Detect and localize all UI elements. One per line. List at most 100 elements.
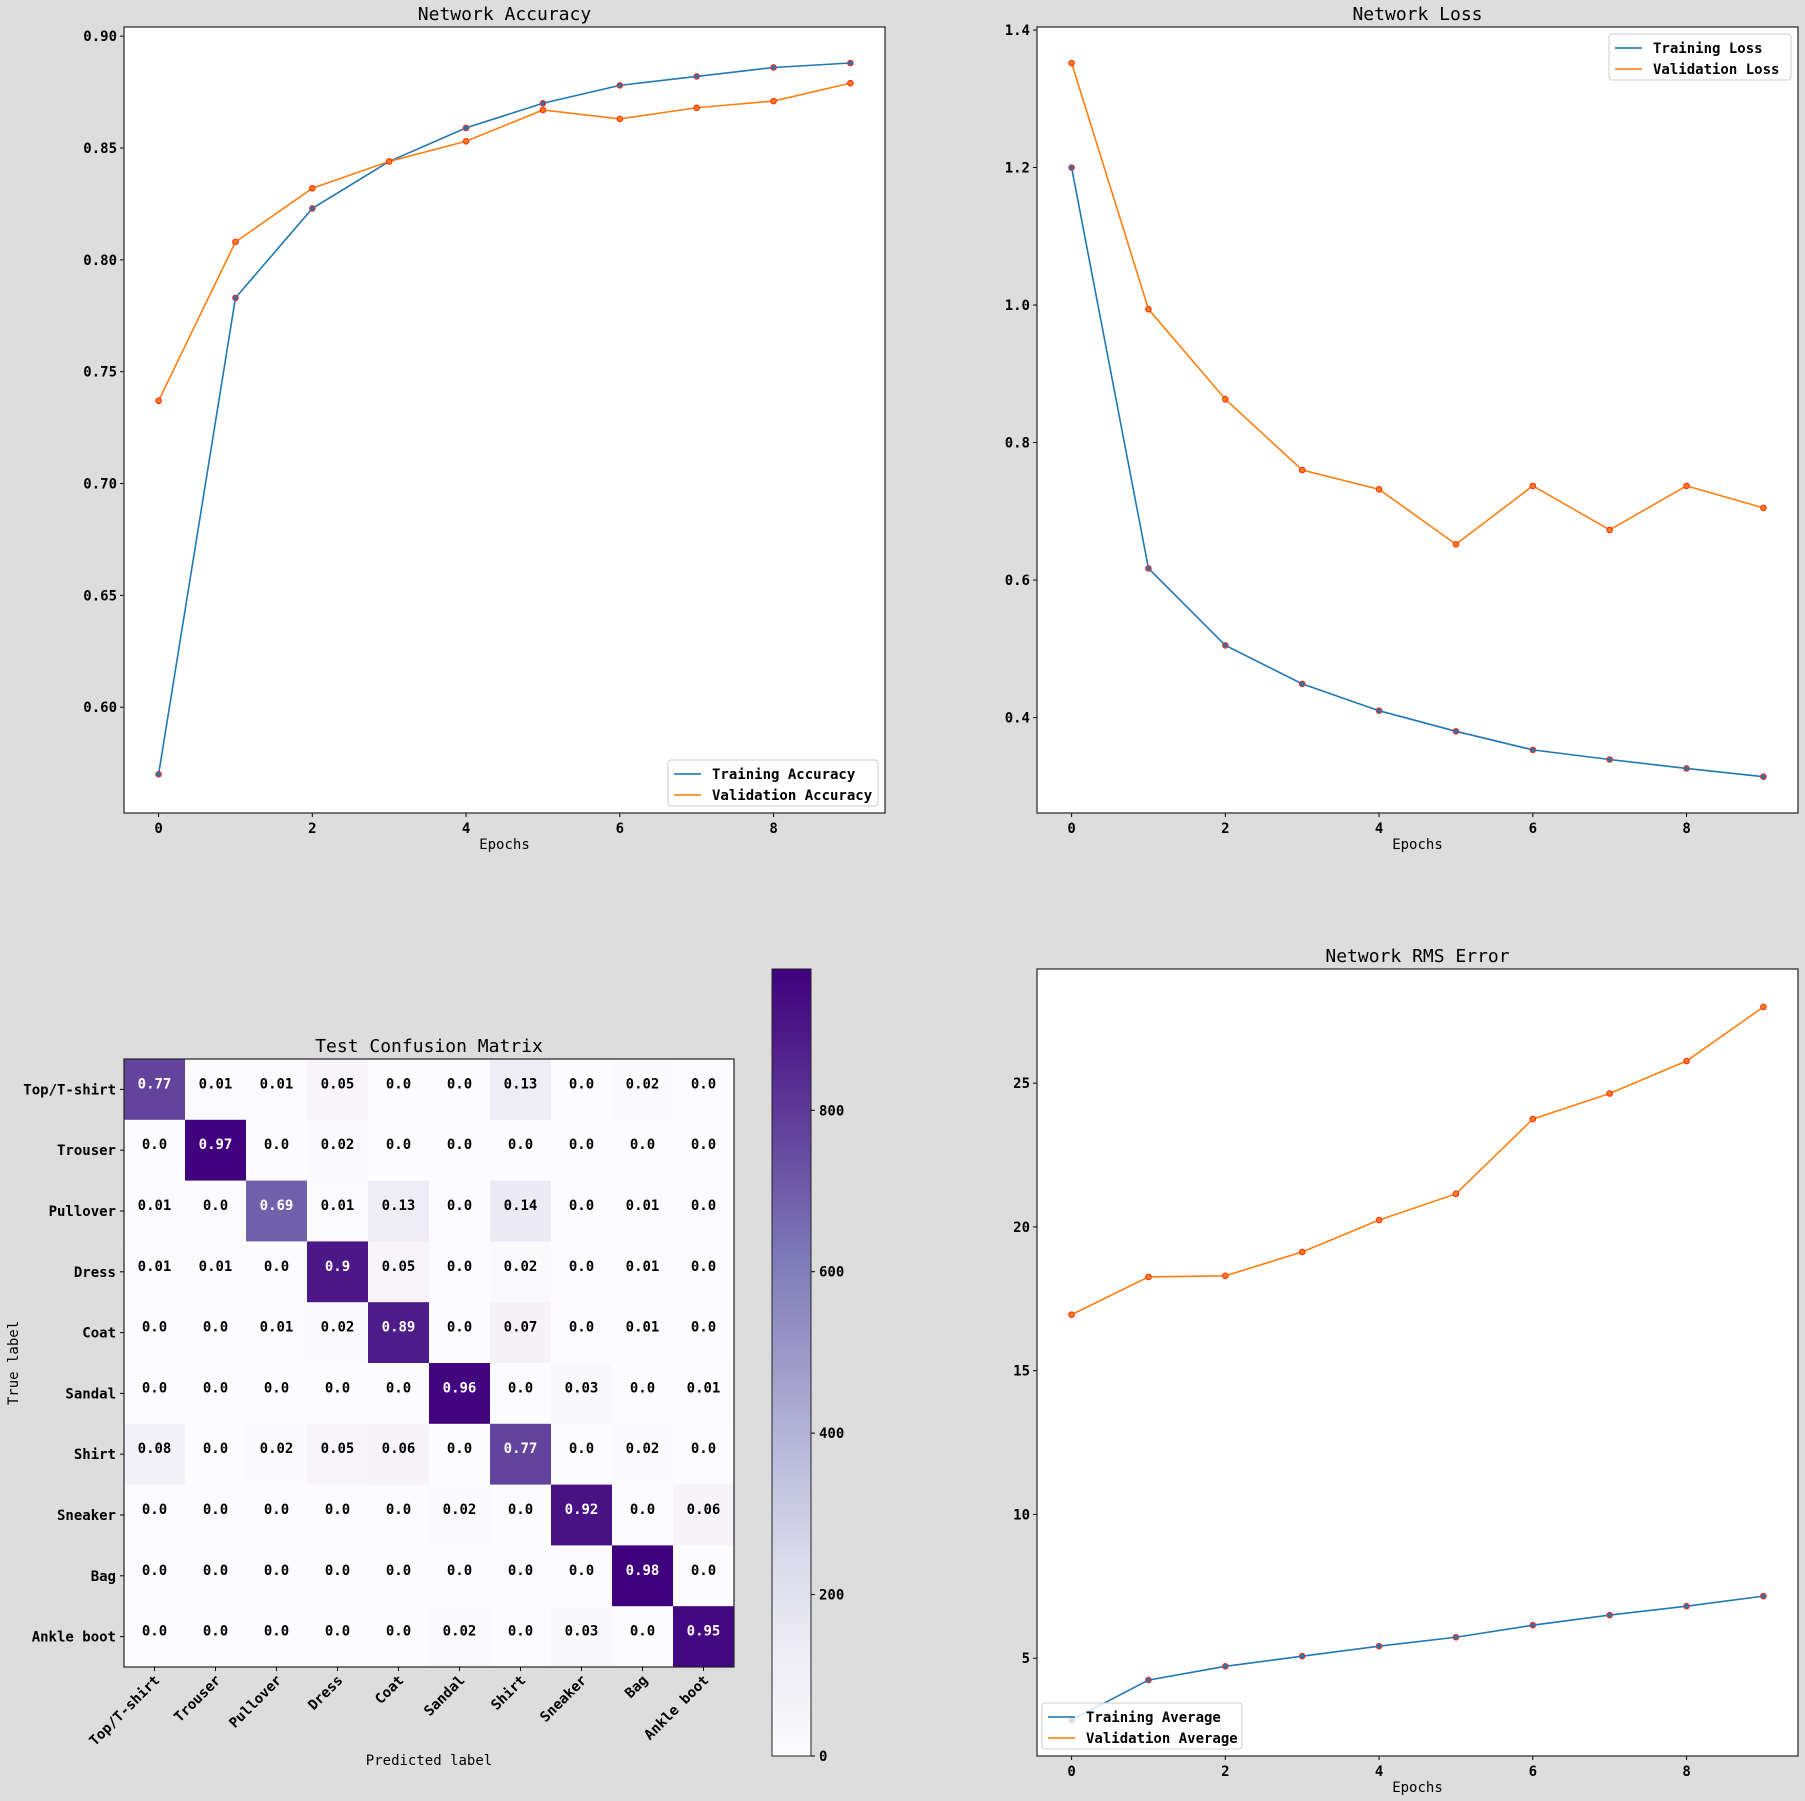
legend-label: Training Loss [1653, 41, 1763, 57]
x-tick-label: Sneaker [537, 1673, 590, 1726]
y-tick-label: 0.75 [83, 365, 117, 381]
cell-value: 0.0 [447, 1137, 472, 1153]
data-point-training [1529, 746, 1537, 754]
cell-value: 0.0 [569, 1441, 594, 1457]
data-point-validation [462, 137, 470, 145]
cell-value: 0.0 [569, 1320, 594, 1336]
legend-label: Validation Average [1086, 1731, 1238, 1747]
y-tick-label: 0.6 [1005, 573, 1030, 589]
cell-value: 0.03 [565, 1624, 599, 1640]
cell-value: 0.0 [264, 1259, 289, 1275]
data-point-training [1145, 565, 1152, 572]
x-tick-label: Sandal [421, 1673, 468, 1720]
data-point-validation [1452, 541, 1460, 548]
cell-value: 0.06 [382, 1441, 416, 1457]
plot-area [124, 27, 885, 813]
cell-value: 0.0 [203, 1320, 228, 1336]
y-tick-label: Coat [82, 1326, 116, 1342]
cell-value: 0.77 [504, 1441, 538, 1457]
data-point-training [155, 771, 162, 778]
x-tick-label: 2 [308, 821, 316, 837]
cell-value: 0.01 [626, 1198, 660, 1214]
figure: Network Accuracy0 2 4 6 80.600.650.700.750.8… [6, 4, 1799, 1796]
legend-label: Training Accuracy [712, 767, 856, 783]
y-tick-label: Dress [74, 1265, 116, 1281]
x-tick-label: 8 [1682, 821, 1690, 837]
cell-value: 0.06 [687, 1502, 721, 1518]
colorbar-tick-label: 200 [819, 1588, 844, 1604]
x-tick-label: Trouser [171, 1673, 224, 1726]
data-point-validation [1529, 1115, 1537, 1123]
cell-value: 0.92 [565, 1502, 599, 1518]
cell-value: 0.0 [142, 1137, 167, 1153]
data-point-training [770, 64, 777, 71]
data-point-training [232, 294, 239, 302]
data-point-validation [1222, 1272, 1229, 1280]
data-point-training [693, 73, 700, 80]
cell-value: 0.02 [443, 1624, 477, 1640]
cell-value: 0.0 [142, 1563, 167, 1579]
cell-value: 0.01 [199, 1076, 233, 1092]
cell-value: 0.0 [264, 1380, 289, 1396]
cell-value: 0.69 [260, 1198, 294, 1214]
cell-value: 0.05 [321, 1441, 355, 1457]
cell-value: 0.05 [321, 1076, 355, 1092]
data-point-validation [770, 97, 777, 105]
data-point-validation [539, 106, 547, 114]
cell-value: 0.0 [508, 1502, 533, 1518]
data-point-training [1683, 765, 1690, 772]
data-point-training [1222, 1662, 1229, 1670]
chart-title: Test Confusion Matrix [315, 1036, 543, 1057]
data-point-training [616, 82, 624, 89]
x-tick-label: 2 [1221, 821, 1229, 837]
rms-error-chart: Network RMS Error 0 2 4 6 8 5 10 15 20 25 Epochs Tra… [1013, 946, 1799, 1796]
data-point-validation [1222, 395, 1229, 403]
x-tick-label: Top/T-shirt [86, 1673, 163, 1750]
data-point-validation [385, 158, 393, 165]
data-point-validation [1298, 466, 1306, 474]
legend: Training Average Validation Average [1041, 1702, 1243, 1750]
x-tick-label: 0 [1067, 821, 1075, 837]
cell-value: 0.97 [199, 1137, 233, 1153]
y-tick-label: 0.80 [83, 253, 117, 269]
cell-value: 0.0 [691, 1441, 716, 1457]
y-tick-label: Top/T-shirt [23, 1082, 116, 1098]
y-tick-label: Trouser [57, 1143, 116, 1159]
cell-value: 0.0 [264, 1137, 289, 1153]
cell-value: 0.01 [626, 1259, 660, 1275]
data-point-validation [1145, 305, 1152, 313]
cell-value: 0.0 [447, 1198, 472, 1214]
cell-value: 0.0 [264, 1563, 289, 1579]
x-tick-label: 0 [1067, 1764, 1075, 1780]
y-tick-label: 0.60 [83, 700, 117, 716]
cell-value: 0.0 [203, 1624, 228, 1640]
x-tick-label: Pullover [226, 1673, 285, 1732]
cell-value: 0.01 [687, 1380, 721, 1396]
cell-value: 0.02 [626, 1441, 660, 1457]
data-point-training [1606, 1611, 1613, 1619]
data-point-validation [693, 104, 700, 112]
data-point-validation [1606, 526, 1613, 534]
cell-value: 0.0 [508, 1563, 533, 1579]
cell-value: 0.0 [447, 1441, 472, 1457]
cell-value: 0.01 [260, 1076, 294, 1092]
y-tick-label: 20 [1013, 1220, 1030, 1236]
data-point-validation [232, 238, 239, 246]
cell-value: 0.01 [199, 1259, 233, 1275]
y-tick-label: 0.70 [83, 477, 117, 493]
cell-value: 0.0 [508, 1137, 533, 1153]
accuracy-chart: Network Accuracy 0 2 4 6 8 0.60 0.65 0.70 0.75 0.8… [83, 4, 886, 853]
data-point-validation [847, 79, 854, 87]
data-point-validation [1375, 1216, 1383, 1224]
cell-value: 0.08 [138, 1441, 172, 1457]
data-point-training [1760, 773, 1767, 780]
cell-value: 0.0 [142, 1502, 167, 1518]
cell-value: 0.02 [626, 1076, 660, 1092]
y-tick-label: 1.2 [1005, 161, 1030, 177]
x-axis-label: Epochs [1392, 1780, 1443, 1796]
confusion-matrix: Test Confusion Matrix 0.77 0.01 0.01 0.05 0.0… [6, 968, 844, 1769]
cell-value: 0.07 [504, 1320, 538, 1336]
y-tick-label: 1.4 [1005, 23, 1030, 39]
x-tick-label: 8 [769, 821, 777, 837]
cell-value: 0.0 [386, 1563, 411, 1579]
